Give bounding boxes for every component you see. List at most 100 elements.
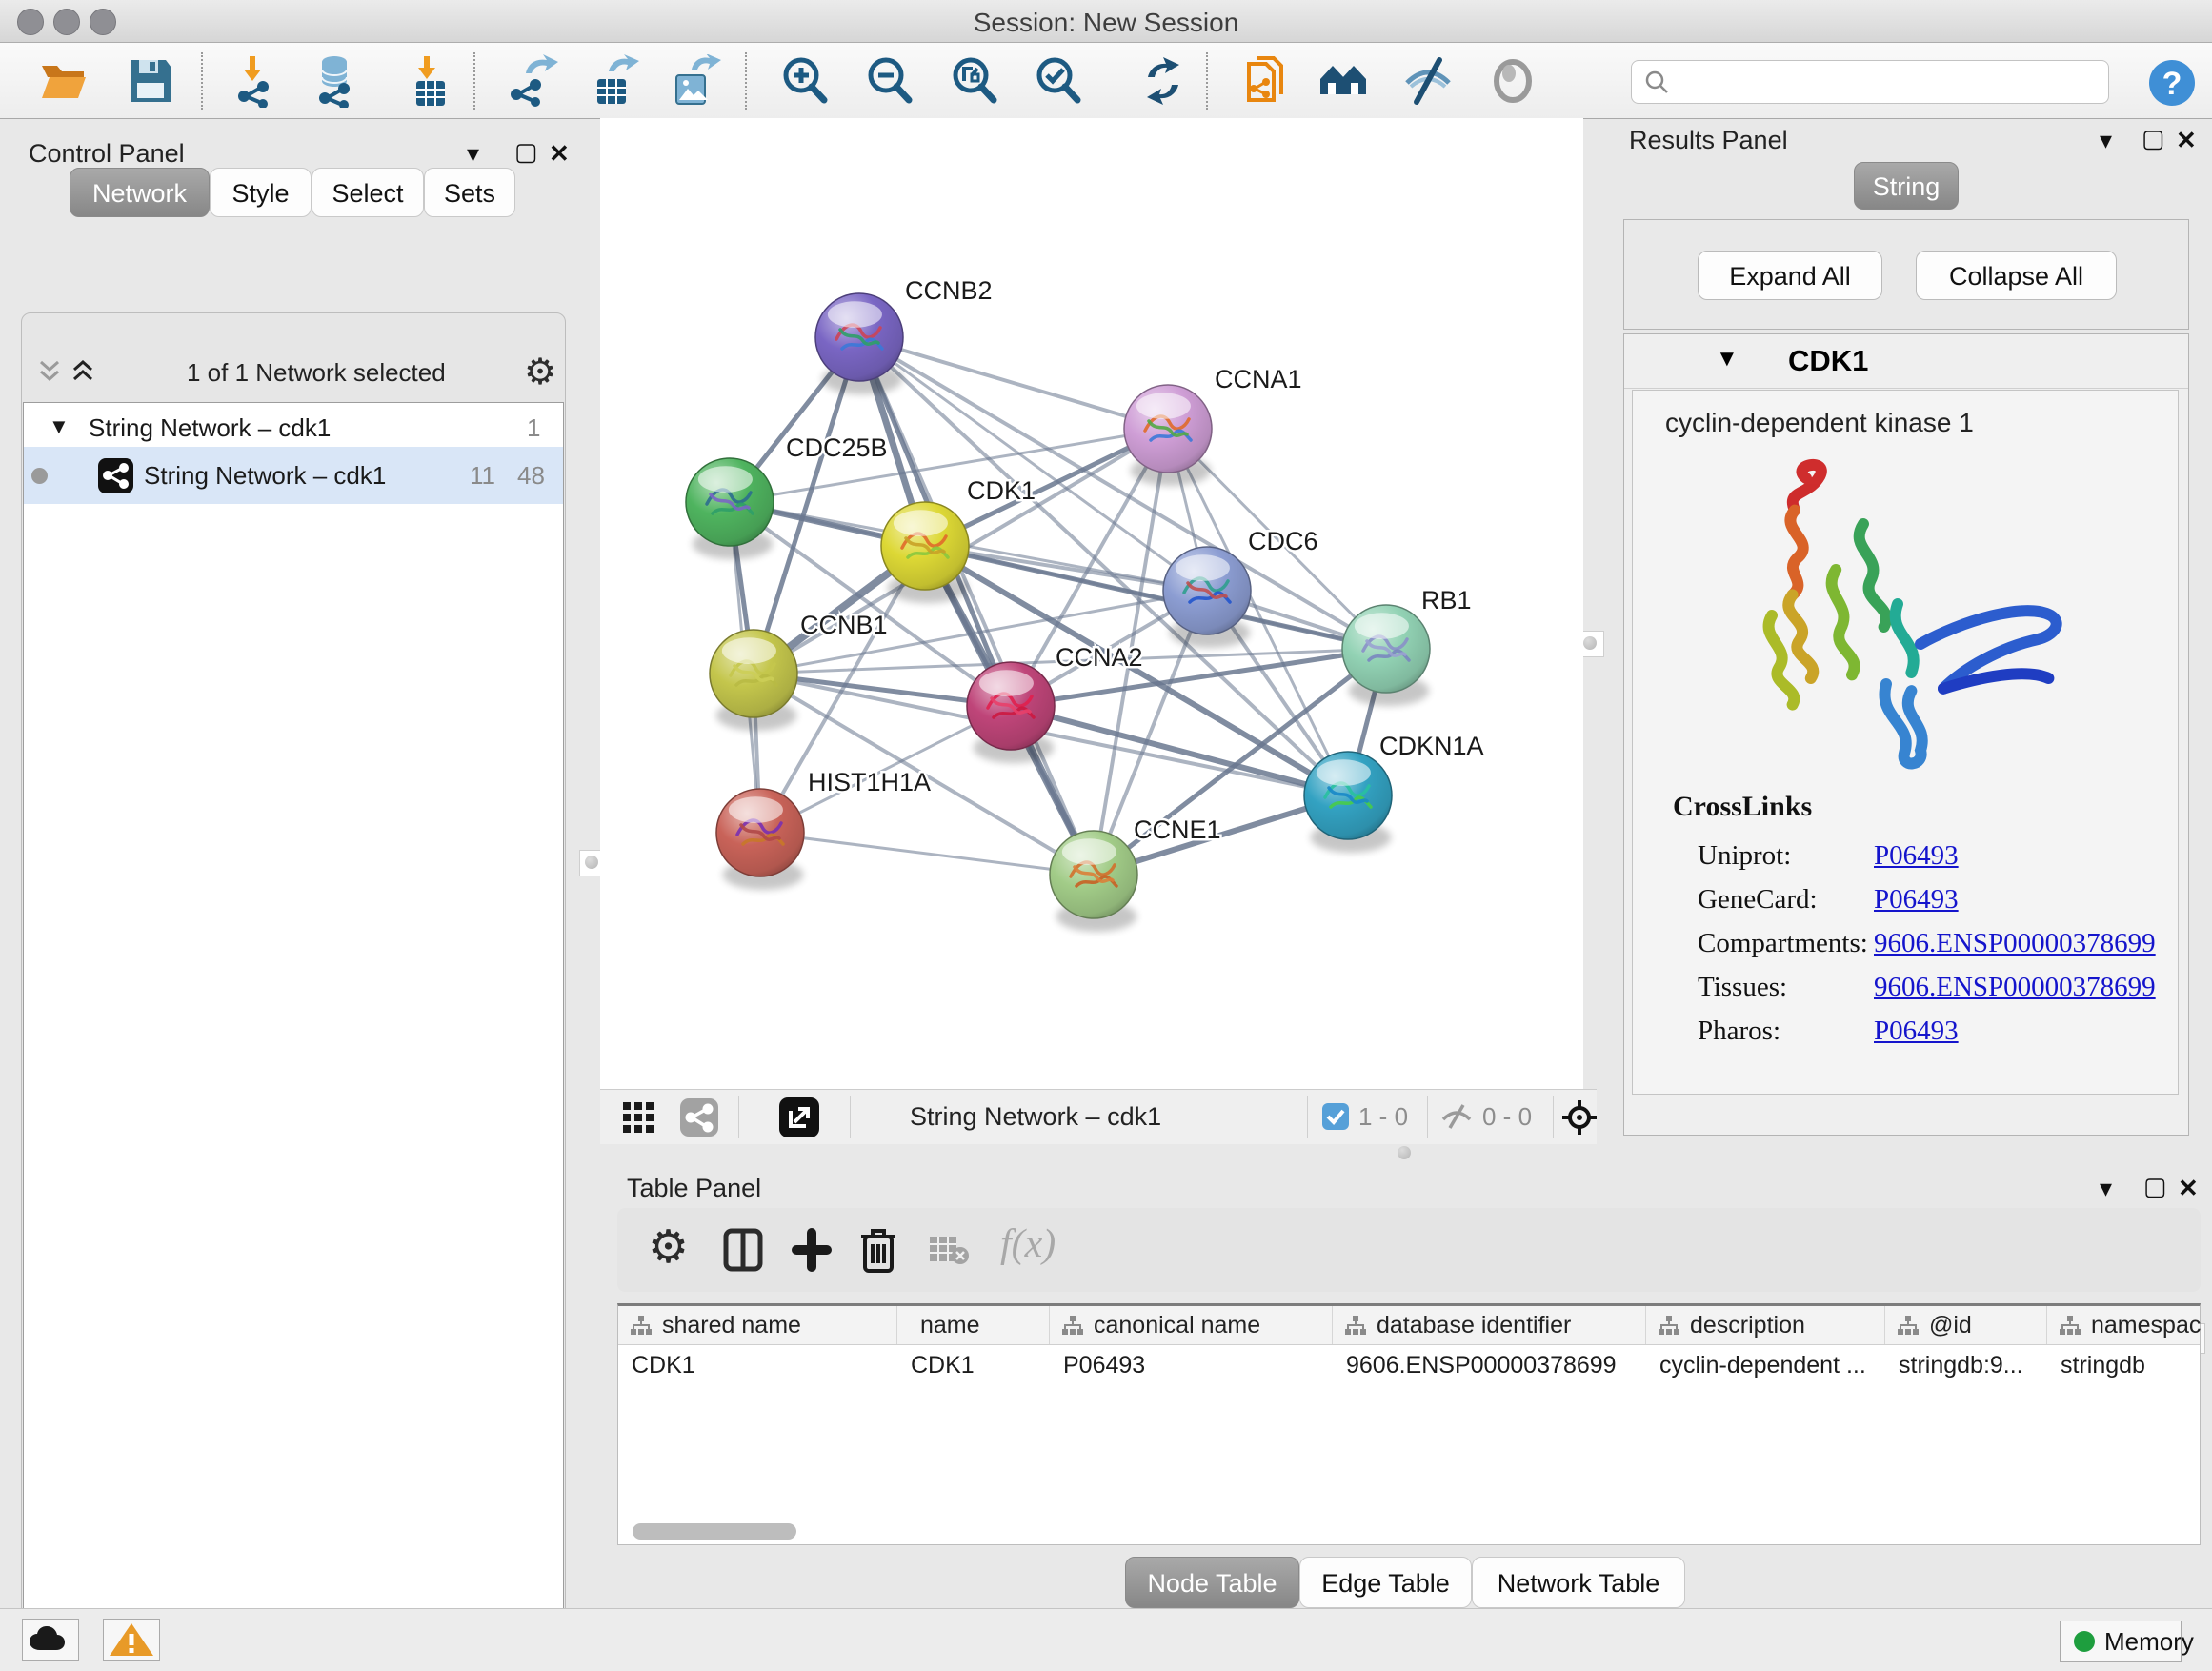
results-panel: Results Panel ▾ ▢ ✕ String Expand All Co… — [1597, 118, 2212, 1153]
network-node-CDK1[interactable]: CDK1 — [881, 476, 1036, 603]
network-options-gear-icon[interactable]: ⚙ — [524, 351, 556, 393]
control-panel-float-icon[interactable]: ▢ — [514, 137, 538, 167]
column-header-database-identifier[interactable]: database identifier — [1333, 1306, 1646, 1344]
collapse-all-chevron-icon[interactable] — [70, 356, 95, 385]
column-header-shared-name[interactable]: shared name — [618, 1306, 897, 1344]
zoom-selected-icon[interactable] — [1032, 54, 1085, 108]
crosslink-value-link[interactable]: P06493 — [1874, 884, 1959, 916]
detach-view-icon[interactable] — [779, 1097, 819, 1137]
expand-all-button[interactable]: Expand All — [1698, 251, 1882, 300]
network-edge[interactable] — [760, 833, 1094, 875]
column-header-description[interactable]: description — [1646, 1306, 1885, 1344]
export-image-icon[interactable] — [669, 54, 722, 108]
gene-collapse-triangle-icon[interactable]: ▼ — [1716, 346, 1739, 372]
table-options-gear-icon[interactable]: ⚙ — [648, 1223, 689, 1273]
home-icon[interactable] — [1317, 54, 1370, 108]
network-view-share-icon[interactable] — [680, 1098, 718, 1137]
title-bar: Session: New Session — [0, 0, 2212, 43]
import-network-database-icon[interactable] — [310, 54, 363, 108]
toolbar-separator — [201, 52, 203, 110]
crosslink-row: Pharos:P06493 — [1698, 1016, 1780, 1047]
help-icon[interactable]: ? — [2145, 56, 2199, 110]
tab-network[interactable]: Network — [70, 168, 210, 217]
tab-string[interactable]: String — [1854, 162, 1959, 210]
results-panel-close-icon[interactable]: ✕ — [2176, 126, 2197, 155]
node-table[interactable]: shared namenamecanonical namedatabase id… — [617, 1303, 2201, 1545]
network-node-RB1[interactable]: RB1 — [1342, 586, 1472, 706]
memory-button[interactable]: Memory — [2060, 1621, 2182, 1662]
table-cell[interactable]: CDK1 — [618, 1352, 897, 1384]
network-view-toolbar: String Network – cdk1 1 - 0 0 - 0 — [600, 1089, 1597, 1144]
import-table-file-icon[interactable] — [405, 54, 458, 108]
grid-view-icon[interactable] — [621, 1100, 655, 1135]
table-cell[interactable]: 9606.ENSP00000378699 — [1333, 1352, 1646, 1384]
hide-selected-eye-icon[interactable] — [1401, 54, 1455, 108]
network-node-CCNA1[interactable]: CCNA1 — [1124, 365, 1302, 486]
tab-style[interactable]: Style — [210, 168, 312, 217]
column-header-namespac[interactable]: namespac — [2047, 1306, 2212, 1344]
toolbar-separator — [473, 52, 475, 110]
cloud-button[interactable] — [22, 1619, 79, 1661]
zoom-fit-icon[interactable] — [948, 54, 1001, 108]
table-cell[interactable]: stringdb:9... — [1885, 1352, 2047, 1384]
table-panel-float-icon[interactable]: ▢ — [2143, 1172, 2167, 1201]
network-canvas[interactable]: CCNB2CCNA1CDC25BCDK1CDC6RB1CCNB1CCNA2CDK… — [600, 118, 1583, 1089]
crosslink-value-link[interactable]: P06493 — [1874, 1016, 1959, 1047]
results-panel-float-icon[interactable]: ▢ — [2142, 124, 2165, 153]
network-collection-row[interactable]: ▼ String Network – cdk1 1 — [24, 411, 563, 447]
crosslink-row: Compartments:9606.ENSP00000378699 — [1698, 928, 1868, 959]
export-network-icon[interactable] — [507, 54, 560, 108]
crosslink-value-link[interactable]: P06493 — [1874, 840, 1959, 872]
selected-checkbox-icon[interactable] — [1322, 1103, 1349, 1130]
expand-all-chevron-icon[interactable] — [37, 356, 62, 385]
network-row-selected[interactable]: String Network – cdk1 11 48 — [24, 447, 563, 504]
crosslink-value-link[interactable]: 9606.ENSP00000378699 — [1874, 928, 2156, 959]
gene-section-header[interactable]: ▼ CDK1 — [1624, 334, 2188, 389]
refresh-icon[interactable] — [1136, 54, 1190, 108]
zoom-out-icon[interactable] — [863, 54, 916, 108]
crosslink-value-link[interactable]: 9606.ENSP00000378699 — [1874, 972, 2156, 1003]
function-builder-icon[interactable]: f(x) — [1000, 1221, 1056, 1267]
table-cell[interactable]: stringdb — [2047, 1352, 2212, 1384]
open-session-icon[interactable] — [38, 54, 91, 108]
first-neighbors-icon[interactable] — [1239, 54, 1293, 108]
table-cell[interactable]: CDK1 — [897, 1352, 1050, 1384]
show-all-eye-icon[interactable] — [1486, 54, 1539, 108]
results-panel-collapse-icon[interactable]: ▾ — [2100, 126, 2112, 155]
birds-eye-crosshair-icon[interactable] — [1560, 1098, 1599, 1137]
create-column-plus-icon[interactable] — [791, 1227, 833, 1273]
tab-node-table[interactable]: Node Table — [1125, 1557, 1299, 1608]
export-table-icon[interactable] — [588, 54, 641, 108]
delete-table-icon[interactable] — [928, 1233, 970, 1265]
table-panel-close-icon[interactable]: ✕ — [2178, 1174, 2199, 1203]
tab-network-table[interactable]: Network Table — [1472, 1557, 1685, 1608]
shared-column-icon — [1344, 1315, 1367, 1336]
warnings-button[interactable] — [103, 1619, 160, 1661]
show-columns-icon[interactable] — [722, 1227, 764, 1273]
save-session-icon[interactable] — [124, 54, 177, 108]
table-horizontal-scrollbar[interactable] — [633, 1523, 796, 1540]
tab-select[interactable]: Select — [312, 168, 424, 217]
search-input[interactable] — [1678, 65, 2101, 99]
zoom-in-icon[interactable] — [778, 54, 832, 108]
control-panel-close-icon[interactable]: ✕ — [549, 139, 570, 169]
node-label-CCNB2: CCNB2 — [905, 276, 993, 305]
network-node-CDC25B[interactable]: CDC25B — [686, 433, 888, 559]
collapse-triangle-icon[interactable]: ▼ — [49, 414, 70, 439]
table-cell[interactable]: cyclin-dependent ... — [1646, 1352, 1885, 1384]
network-node-CDKN1A[interactable]: CDKN1A — [1304, 732, 1484, 853]
hidden-eye-slash-icon[interactable] — [1440, 1102, 1473, 1131]
table-cell[interactable]: P06493 — [1050, 1352, 1333, 1384]
delete-column-trash-icon[interactable] — [859, 1225, 897, 1273]
column-header-name[interactable]: name — [897, 1306, 1050, 1344]
collapse-all-button[interactable]: Collapse All — [1916, 251, 2117, 300]
tab-edge-table[interactable]: Edge Table — [1299, 1557, 1472, 1608]
network-node-HIST1H1A[interactable]: HIST1H1A — [716, 768, 931, 890]
table-panel-collapse-icon[interactable]: ▾ — [2100, 1174, 2112, 1203]
column-header-@id[interactable]: @id — [1885, 1306, 2047, 1344]
import-network-file-icon[interactable] — [232, 54, 286, 108]
search-field[interactable] — [1631, 60, 2109, 104]
column-header-canonical-name[interactable]: canonical name — [1050, 1306, 1333, 1344]
control-panel-collapse-icon[interactable]: ▾ — [467, 139, 479, 169]
tab-sets[interactable]: Sets — [424, 168, 515, 217]
